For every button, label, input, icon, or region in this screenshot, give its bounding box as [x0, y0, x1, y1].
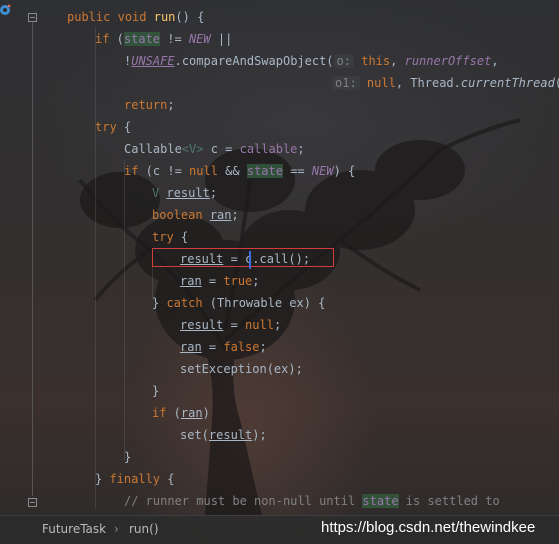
code-line: Callable<V> c = callable;: [124, 142, 305, 156]
parameter-hint: o1:: [332, 76, 360, 90]
breadcrumb-separator: ›: [114, 522, 119, 536]
code-line: ran = false;: [180, 340, 267, 354]
code-line: try {: [95, 120, 132, 134]
code-line: setException(ex);: [180, 362, 303, 376]
code-line: boolean ran;: [152, 208, 239, 222]
code-line: set(result);: [180, 428, 267, 442]
code-line: o1: null, Thread.currentThread(): [332, 72, 559, 94]
breadcrumb-bar: FutureTask › run() https://blog.csdn.net…: [0, 515, 559, 544]
watermark-text: https://blog.csdn.net/thewindkee: [321, 519, 536, 536]
code-line: result = null;: [180, 318, 282, 332]
code-line: } catch (Throwable ex) {: [152, 296, 326, 310]
code-line: !UNSAFE.compareAndSwapObject(o: this, ru…: [124, 54, 499, 68]
indent-guide: [95, 28, 96, 508]
code-line: } finally {: [95, 472, 175, 486]
code-line: }: [152, 384, 160, 398]
code-line: public void run() {: [67, 10, 205, 24]
code-line: }: [124, 450, 132, 464]
code-line: if (state != NEW ||: [95, 32, 233, 46]
code-line: try {: [152, 230, 189, 244]
code-line: if (c != null && state == NEW) {: [124, 164, 356, 178]
breadcrumb-method[interactable]: run(): [129, 522, 159, 536]
code-line: // runner must be non-null until state i…: [124, 494, 500, 508]
code-line: return;: [124, 98, 175, 112]
selection-highlight-box: [152, 248, 334, 267]
code-line: if (ran): [152, 406, 210, 420]
text-caret: [249, 251, 251, 269]
code-line: V result;: [152, 186, 218, 200]
indent-guide: [124, 160, 125, 460]
code-editor[interactable]: public void run() { if (state != NEW || …: [0, 0, 559, 515]
breadcrumb-class[interactable]: FutureTask: [42, 522, 106, 536]
code-line: ran = true;: [180, 274, 260, 288]
parameter-hint: o:: [333, 54, 354, 68]
